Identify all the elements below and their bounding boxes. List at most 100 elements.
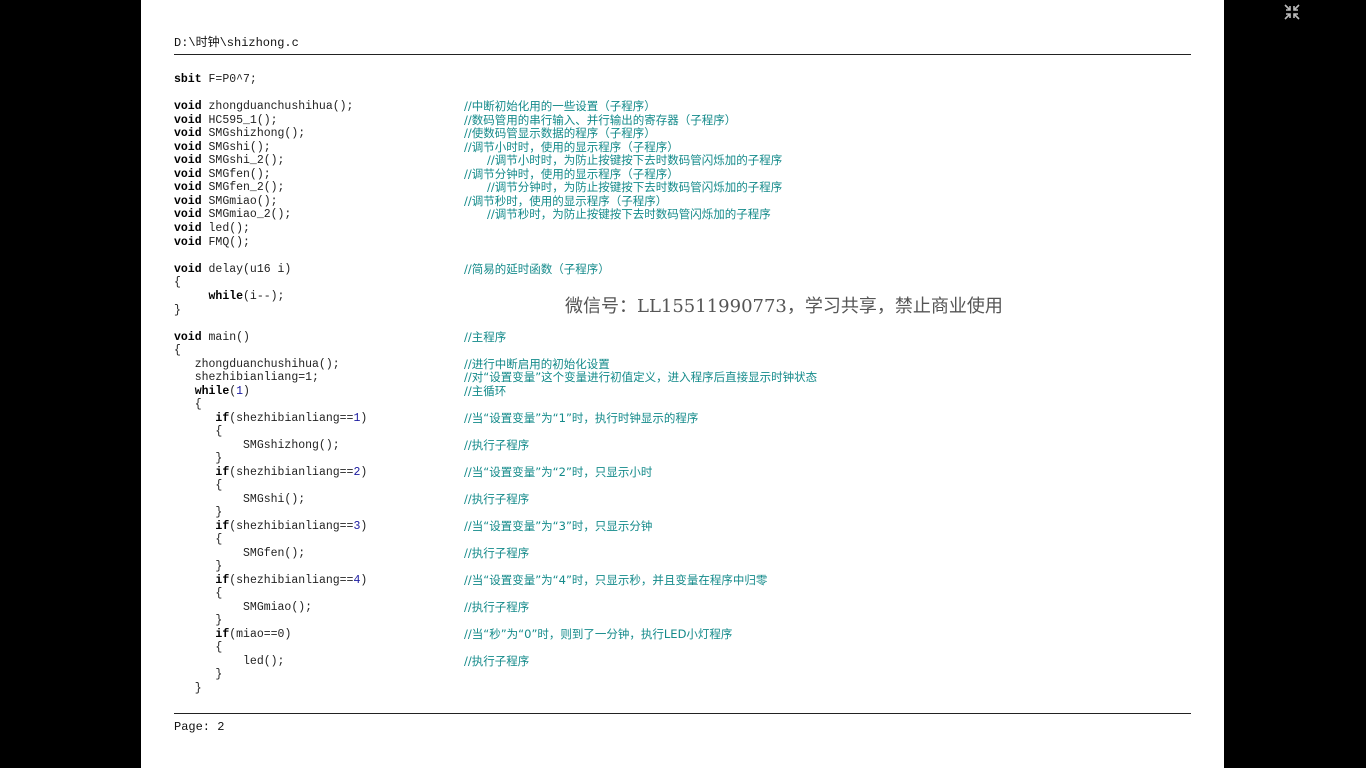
code-text: void FMQ();	[174, 236, 250, 249]
keyword: void	[174, 100, 202, 113]
keyword: if	[215, 412, 230, 425]
code-fragment-tail: )	[243, 385, 250, 398]
code-line: shezhibianliang=1; //对“设置变量”这个变量进行初值定义，进入…	[141, 370, 1224, 385]
code-comment: //执行子程序	[464, 600, 530, 614]
code-text: }	[174, 452, 222, 465]
code-line: {	[141, 398, 1224, 411]
code-line: led(); //执行子程序	[141, 654, 1224, 669]
code-comment: //当“设置变量”为“1”时，执行时钟显示的程序	[464, 411, 699, 425]
code-fragment: {	[174, 479, 223, 492]
code-text: if(shezhibianliang==2)	[174, 466, 367, 479]
code-text: void SMGmiao_2();	[174, 208, 291, 221]
code-text: }	[174, 668, 222, 681]
code-text: void HC595_1();	[174, 114, 278, 127]
code-fragment: FMQ();	[201, 236, 250, 249]
code-text: if(shezhibianliang==1)	[174, 412, 367, 425]
keyword: void	[174, 195, 202, 208]
code-text: void SMGfen_2();	[174, 181, 284, 194]
code-fragment: F=P0^7;	[201, 73, 257, 86]
code-text: void SMGfen();	[174, 168, 271, 181]
code-line: SMGshizhong(); //执行子程序	[141, 438, 1224, 453]
code-fragment: zhongduanchushihua();	[174, 358, 340, 371]
code-fragment: SMGshi();	[201, 141, 271, 154]
code-fragment: }	[174, 560, 223, 573]
code-text: while(i--);	[174, 290, 285, 303]
code-line: {	[141, 344, 1224, 357]
code-text: }	[174, 506, 222, 519]
code-comment: //主程序	[464, 330, 507, 344]
code-comment: //执行子程序	[464, 492, 530, 506]
code-line: SMGfen(); //执行子程序	[141, 547, 1224, 561]
code-fragment: shezhibianliang=1;	[174, 371, 319, 384]
code-text: SMGmiao();	[174, 601, 312, 614]
keyword: sbit	[174, 73, 202, 86]
code-line: if(miao==0) //当“秒”为“0”时，则到了一分钟，执行LED小灯程序	[141, 628, 1224, 642]
keyword: void	[174, 154, 202, 167]
code-text: }	[174, 560, 222, 573]
code-line: }	[141, 614, 1224, 627]
code-comment: //调节小时时，为防止按键按下去时数码管闪烁加的子程序	[487, 153, 783, 167]
code-text: }	[174, 304, 181, 317]
code-fragment: (shezhibianliang==	[229, 466, 354, 479]
code-fragment: (i--);	[243, 290, 285, 303]
code-line: void HC595_1();//数码管用的串行输入、并行输出的寄存器（子程序）	[141, 114, 1224, 128]
code-fragment: }	[174, 682, 202, 695]
exit-fullscreen-icon[interactable]	[1283, 3, 1301, 21]
code-fragment: {	[174, 587, 223, 600]
code-text: shezhibianliang=1;	[174, 371, 319, 384]
code-line: void main() //主程序	[141, 330, 1224, 345]
code-comment: //简易的延时函数（子程序）	[464, 262, 610, 276]
code-fragment: led();	[174, 655, 285, 668]
code-comment: //对“设置变量”这个变量进行初值定义，进入程序后直接显示时钟状态	[464, 370, 818, 384]
code-text: sbit F=P0^7;	[174, 73, 257, 86]
code-line: }	[141, 682, 1224, 695]
code-line: {	[141, 425, 1224, 438]
code-fragment: {	[174, 276, 181, 289]
code-comment: //主循环	[464, 384, 507, 398]
code-comment: //当“设置变量”为“3”时，只显示分钟	[464, 519, 653, 533]
code-fragment-tail: )	[360, 520, 368, 533]
code-text: {	[174, 425, 222, 438]
code-line: }	[141, 560, 1224, 573]
code-text: while(1)	[174, 385, 250, 398]
code-fragment: SMGshizhong();	[174, 439, 340, 452]
keyword: void	[174, 208, 202, 221]
code-fragment: HC595_1();	[201, 114, 278, 127]
keyword: while	[208, 290, 244, 303]
keyword: void	[174, 114, 202, 127]
code-text: {	[174, 344, 181, 357]
code-fragment: SMGfen_2();	[201, 181, 285, 194]
code-fragment: delay(u16 i)	[201, 263, 292, 276]
code-line: {	[141, 587, 1224, 600]
code-line: void zhongduanchushihua(); //中断初始化用的一些设置（…	[141, 100, 1224, 114]
code-fragment: }	[174, 614, 223, 627]
code-fragment: {	[174, 398, 202, 411]
code-fragment-tail: )	[360, 574, 368, 587]
code-text: {	[174, 398, 202, 411]
code-text: led();	[174, 655, 284, 668]
code-fragment: }	[174, 304, 181, 317]
code-line: if(shezhibianliang==3) //当“设置变量”为“3”时，只显示…	[141, 519, 1224, 534]
code-line: {	[141, 641, 1224, 654]
code-comment: //执行子程序	[464, 654, 530, 668]
code-fragment-tail: )	[360, 412, 368, 425]
keyword: if	[215, 628, 230, 641]
code-comment: //调节分钟时，为防止按键按下去时数码管闪烁加的子程序	[487, 180, 783, 194]
code-fragment: SMGshi();	[174, 493, 306, 506]
document-page: D:\时钟\shizhong.c sbit F=P0^7; void zhongd…	[141, 0, 1224, 768]
keyword: void	[174, 222, 202, 235]
code-comment: //执行子程序	[464, 438, 530, 452]
code-text: {	[174, 587, 222, 600]
code-fragment: SMGmiao_2();	[201, 208, 292, 221]
code-text: }	[174, 682, 202, 695]
code-text: void led();	[174, 222, 250, 235]
code-text: SMGshi();	[174, 493, 305, 506]
keyword: if	[215, 574, 230, 587]
keyword: void	[174, 263, 202, 276]
code-fragment: SMGmiao();	[174, 601, 313, 614]
code-fragment: SMGshi_2();	[201, 154, 285, 167]
code-fragment: {	[174, 533, 223, 546]
code-fragment: {	[174, 425, 223, 438]
code-line: }	[141, 506, 1224, 519]
code-fragment: (miao==0)	[229, 628, 292, 641]
